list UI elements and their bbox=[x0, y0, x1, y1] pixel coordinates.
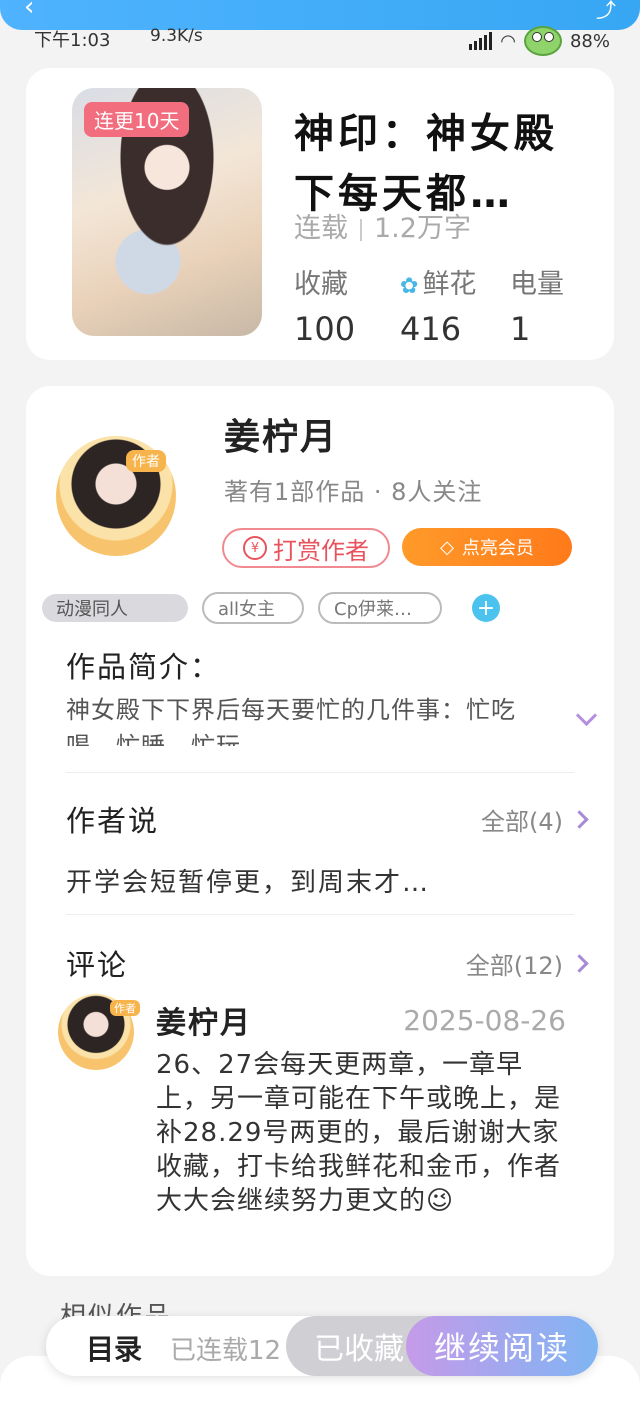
comment-author-name: 姜柠月 bbox=[156, 1006, 252, 1041]
flower-icon: ✿ bbox=[400, 274, 419, 299]
tag-chip[interactable]: Cp伊莱… bbox=[318, 592, 442, 624]
status-bar: 下午1:03 9.3K/s ◠ 88% bbox=[0, 24, 640, 56]
cover-update-badge: 连更10天 bbox=[84, 102, 190, 137]
book-word-count: 1.2万字 bbox=[374, 213, 471, 244]
author-note-more-label: 全部(4) bbox=[481, 808, 563, 836]
book-info-card: 连更10天 神印：神女殿下每天都… 连载 1.2万字 收藏 ✿ 鲜花 电量 100 … bbox=[26, 68, 614, 360]
book-cover-image[interactable]: 连更10天 bbox=[72, 88, 262, 336]
comment-text: 26、27会每天更两章，一章早上，另一章可能在下午或晚上，是补28.29号两更的… bbox=[156, 1050, 562, 1216]
author-note-more[interactable]: 全部(4) bbox=[481, 802, 589, 837]
continue-reading-button[interactable]: 继续阅读 bbox=[406, 1316, 598, 1376]
comments-more[interactable]: 全部(12) bbox=[465, 946, 589, 981]
tag-list: 动漫同人 all女主 Cp伊莱… + bbox=[42, 592, 500, 624]
divider bbox=[66, 914, 574, 915]
intro-text: 神女殿下下界后每天要忙的几件事：忙吃喝，忙睡，忙玩 bbox=[66, 696, 516, 746]
share-icon[interactable]: ⤴ bbox=[596, 0, 616, 23]
wifi-icon: ◠ bbox=[500, 30, 516, 52]
serial-chapters-label[interactable]: 已连载12 bbox=[170, 1330, 281, 1367]
stat-label-flowers: ✿ 鲜花 bbox=[400, 269, 477, 300]
stat-value-power: 1 bbox=[510, 310, 531, 348]
book-detail-card: 作者 姜柠月 著有1部作品 · 8人关注 ¥ 打赏作者 ◇ 点亮会员 动漫同人 … bbox=[26, 386, 614, 1276]
author-avatar[interactable]: 作者 bbox=[56, 436, 176, 556]
bottom-action-bar: 目录 已连载12 已收藏 继续阅读 bbox=[46, 1316, 598, 1376]
author-note-title: 作者说 bbox=[66, 804, 160, 838]
yen-coin-icon: ¥ bbox=[243, 536, 267, 560]
reward-author-label: 打赏作者 bbox=[273, 536, 369, 565]
intro-title: 作品简介： bbox=[66, 650, 222, 684]
meta-divider bbox=[360, 218, 362, 241]
comment-date: 2025-08-26 bbox=[403, 1004, 566, 1037]
book-meta: 连载 1.2万字 bbox=[294, 206, 471, 245]
status-net-speed: 9.3K/s bbox=[150, 26, 203, 46]
comments-title: 评论 bbox=[66, 948, 129, 982]
add-tag-icon[interactable]: + bbox=[472, 594, 500, 622]
stat-value-favorites: 100 bbox=[294, 310, 356, 348]
signal-icon bbox=[469, 32, 493, 50]
status-right-icons: ◠ 88% bbox=[469, 26, 610, 56]
author-avatar-tag: 作者 bbox=[126, 450, 166, 472]
back-arrow-icon[interactable]: ‹ bbox=[24, 0, 34, 22]
frog-avatar-icon bbox=[523, 26, 562, 56]
comment-avatar-tag: 作者 bbox=[110, 1000, 140, 1016]
status-time: 下午1:03 bbox=[34, 30, 111, 51]
book-title: 神印：神女殿下每天都… bbox=[294, 111, 558, 217]
expand-chevron-icon[interactable] bbox=[575, 704, 598, 727]
vip-label: 点亮会员 bbox=[461, 538, 534, 559]
stat-value-flowers: 416 bbox=[400, 310, 462, 348]
comments-more-label: 全部(12) bbox=[465, 952, 563, 980]
divider bbox=[66, 772, 574, 773]
author-note-text[interactable]: 开学会短暂停更，到周末才… bbox=[66, 862, 430, 899]
book-status: 连载 bbox=[294, 213, 348, 244]
chevron-right-icon bbox=[570, 810, 589, 829]
tag-chip[interactable]: all女主 bbox=[202, 592, 304, 624]
author-meta: 著有1部作品 · 8人关注 bbox=[224, 478, 483, 506]
diamond-icon: ◇ bbox=[440, 536, 454, 558]
battery-level: 88% bbox=[569, 30, 610, 52]
toc-button[interactable]: 目录 bbox=[86, 1328, 142, 1368]
tag-chip[interactable]: 动漫同人 bbox=[42, 594, 188, 622]
chevron-right-icon bbox=[570, 954, 589, 973]
stat-label-power: 电量 bbox=[510, 269, 564, 300]
comment-avatar[interactable]: 作者 bbox=[58, 994, 140, 1070]
vip-button[interactable]: ◇ 点亮会员 bbox=[402, 528, 572, 566]
author-name[interactable]: 姜柠月 bbox=[224, 408, 338, 460]
stat-label-favorites: 收藏 bbox=[294, 269, 348, 300]
reward-author-button[interactable]: ¥ 打赏作者 bbox=[222, 528, 390, 568]
